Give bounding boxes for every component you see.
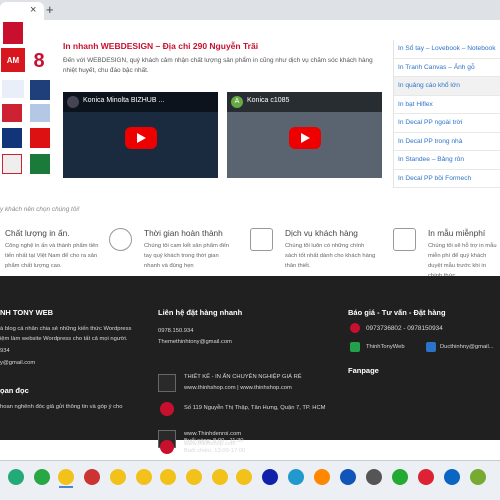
app-icon[interactable] [470,469,486,485]
chrome-icon[interactable] [136,469,152,485]
site-footer: NH TONY WEB à blog cá nhân chia sẻ những… [0,276,500,448]
footer-col1-text: à blog cá nhân chia sẻ những kiến thức W… [0,326,132,342]
app-icon[interactable] [34,469,50,485]
app-icon[interactable] [444,469,460,485]
feature-desc: Chúng tôi cam kết sản phẩm đến tay quý k… [144,243,230,269]
browser-tab[interactable]: × [0,2,44,20]
footer-reader-text: hoan nghênh đóc giả gửi thông tin và góp… [0,404,123,410]
feature-title: In mẫu miễnphí [428,228,486,238]
feature-free-sample: In mẫu miễnphí Chúng tôi sẽ hỗ trợ in mẫ… [393,226,500,282]
partner-logo-7 [2,128,22,148]
mail-icon [426,342,436,352]
partner-logo-4 [30,80,50,100]
video-title: Konica c1085 [247,97,290,104]
footer-contact2[interactable]: Ducthinhny@gmail... [440,342,494,352]
chrome-icon[interactable] [160,469,176,485]
footer-phone[interactable]: 0978.150.934 [158,326,193,336]
footer-reader-title: ọan đọc [0,386,29,395]
footer-col1-email[interactable]: y@gmail.com [0,358,35,368]
app-icon[interactable] [262,469,278,485]
app-icon[interactable] [366,469,382,485]
feature-time: Thời gian hoàn thành Chúng tôi cam kết s… [109,226,237,282]
partner-logo-8b [30,128,50,148]
app-icon[interactable] [314,469,330,485]
os-taskbar [0,460,500,500]
partner-logo-1 [3,22,23,44]
app-icon[interactable] [288,469,304,485]
feature-title: Thời gian hoàn thành [144,228,223,238]
channel-avatar-icon: A [231,96,243,108]
footer-col1-title: NH TONY WEB [0,308,54,317]
partner-logo-3 [2,80,24,98]
sidebar-item[interactable]: In Decal PP bồi Formech [394,170,500,188]
partner-logo-9 [2,154,22,174]
footer-col1-phone: 934 [0,348,10,354]
chrome-icon[interactable] [58,469,74,485]
new-tab-button[interactable]: + [46,2,54,17]
image-icon [393,228,416,251]
app-icon[interactable] [418,469,434,485]
customers-icon [250,228,273,251]
footer-hotline[interactable]: 0973736802 - 0978150934 [366,324,443,334]
chrome-icon[interactable] [110,469,126,485]
footer-email[interactable]: Themethinhtony@gmail.com [158,337,232,347]
phone-icon [350,323,360,333]
partner-logo-am: AM [1,48,25,72]
sidebar-item[interactable]: In Decal PP trong nhà [394,133,500,151]
footer-hours-afternoon: Buổi chiều: 13:00-17:00 [184,448,246,454]
footer-sites[interactable]: www.thinhshop.com | www.thinhshop.com [184,383,292,393]
play-icon[interactable] [289,127,321,149]
video-title: Konica Minolta BIZHUB ... [83,97,165,104]
feature-desc: Công nghệ in ấn và thành phẩm tiên tiến … [5,243,99,269]
sidebar-item[interactable]: In Standee – Bảng rôn [394,151,500,170]
footer-company: THIẾT KẾ - IN ẤN CHUYÊN NGHIỆP GIÁ RẺ [184,374,302,380]
video-embed-1[interactable]: Konica Minolta BIZHUB ... [63,92,218,178]
page-headline: In nhanh WEBDESIGN – Địa chỉ 290 Nguyễn … [63,41,259,51]
video-embed-2[interactable]: A Konica c1085 [227,92,382,178]
footer-contact1[interactable]: ThinhTonyWeb [366,342,405,352]
channel-avatar-icon [67,96,79,108]
company-icon [158,374,176,392]
footer-address: Số 119 Nguyễn Thị Thập, Tân Hưng, Quận 7… [184,405,326,411]
chrome-icon[interactable] [236,469,252,485]
app-icon[interactable] [8,469,24,485]
app-icon[interactable] [340,469,356,485]
close-tab-icon[interactable]: × [30,4,36,16]
fanpage-title: Fanpage [348,366,379,375]
partner-logo-8: 8 [33,49,45,72]
footer-col2-title: Liên hệ đặt hàng nhanh [158,308,243,317]
partner-logo-6 [30,104,50,122]
sidebar-item[interactable]: In Decal PP ngoài trời [394,114,500,133]
sidebar-item[interactable]: In bạt Hiflex [394,96,500,114]
app-icon[interactable] [84,469,100,485]
skype-icon [350,342,360,352]
footer-hours-morning: Buổi sáng: 8:00 - 11:30 [184,438,244,444]
product-sidebar: In Sổ tay – Lovebook – Notebook In Tranh… [393,40,500,188]
sidebar-item[interactable]: In Sổ tay – Lovebook – Notebook [394,40,500,59]
browser-tab-strip: × + [0,0,500,20]
chrome-icon[interactable] [186,469,202,485]
clock-icon [160,440,174,454]
sidebar-item-active[interactable]: In quảng cáo khổ lớn [394,77,500,96]
app-icon[interactable] [392,469,408,485]
footer-col3-title: Báo giá - Tư vấn - Đặt hàng [348,308,446,317]
feature-title: Chất lượng in ấn. [5,228,70,238]
clock-icon [109,228,132,251]
play-icon[interactable] [125,127,157,149]
feature-desc: Chúng tôi luôn có những chính sách tốt n… [285,243,376,269]
intro-text: Đến với WEBDESIGN, quý khách cảm nhận ch… [63,57,373,74]
why-choose-us-heading: y khách nên chọn chúng tôi! [0,206,80,213]
location-icon [160,402,174,416]
partner-logo-5 [2,104,22,122]
sidebar-item[interactable]: In Tranh Canvas – Ảnh gỗ [394,59,500,77]
feature-service: Dịch vụ khách hàng Chúng tôi luôn có nhữ… [250,226,378,282]
partner-logo-10 [30,154,50,174]
feature-title: Dịch vụ khách hàng [285,228,358,238]
chrome-icon[interactable] [212,469,228,485]
active-indicator [59,486,73,488]
feature-desc: Chúng tôi sẽ hỗ trợ in mẫu miễn phí để q… [428,243,497,279]
